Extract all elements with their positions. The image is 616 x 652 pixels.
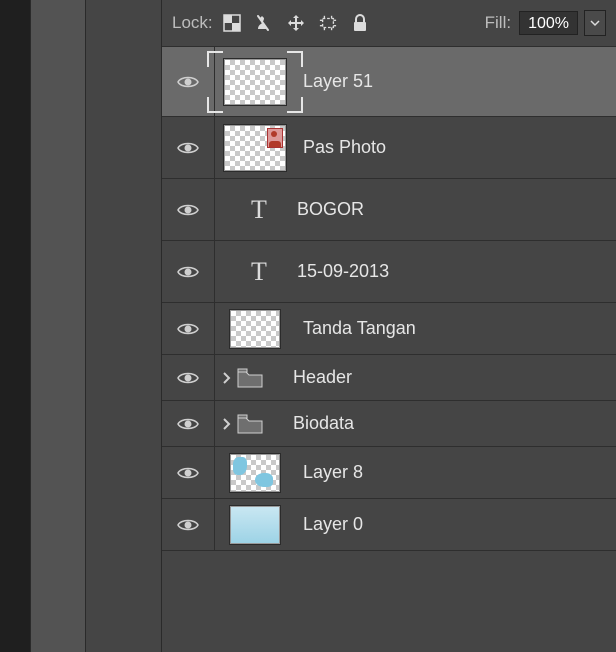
lock-artboard-icon[interactable] [319,14,337,32]
chevron-right-icon[interactable] [221,418,231,430]
eye-icon [177,371,199,385]
layer-name[interactable]: Pas Photo [295,137,616,158]
eye-icon [177,141,199,155]
layer-row[interactable]: Layer 51 [162,47,616,117]
layer-row[interactable]: Layer 8 [162,447,616,499]
chevron-right-icon[interactable] [221,372,231,384]
layer-row[interactable]: T BOGOR [162,179,616,241]
lock-icons-group [223,14,369,32]
eye-icon [177,203,199,217]
layer-thumbnail[interactable] [215,125,295,171]
main-column: Lock: Fill: [161,0,616,652]
fill-dropdown-button[interactable] [584,10,606,36]
layer-name[interactable]: Layer 51 [295,71,616,92]
gutter-panel [86,0,161,652]
layer-row[interactable]: Layer 0 [162,499,616,551]
visibility-toggle[interactable] [162,47,215,116]
visibility-toggle[interactable] [162,303,215,354]
lock-all-icon[interactable] [351,14,369,32]
layers-panel: Lock: Fill: [0,0,616,652]
layers-list: Layer 51 Pas Photo [162,47,616,652]
layer-name[interactable]: BOGOR [289,199,616,220]
visibility-toggle[interactable] [162,241,215,302]
lock-fill-bar: Lock: Fill: [162,0,616,47]
fill-value-input[interactable]: 100% [519,11,578,35]
eye-icon [177,518,199,532]
lock-image-pixels-icon[interactable] [255,14,273,32]
layer-name[interactable]: Layer 0 [295,514,616,535]
layer-name[interactable]: Header [285,367,616,388]
text-layer-icon: T [229,257,289,287]
gutter-mid [30,0,86,652]
lock-transparent-pixels-icon[interactable] [223,14,241,32]
visibility-toggle[interactable] [162,401,215,446]
eye-icon [177,417,199,431]
text-layer-icon: T [229,195,289,225]
eye-icon [177,322,199,336]
layer-row[interactable]: T 15-09-2013 [162,241,616,303]
gutter-dark [0,0,30,652]
layer-row[interactable]: Pas Photo [162,117,616,179]
photo-placeholder-icon [267,128,283,148]
visibility-toggle[interactable] [162,447,215,498]
fill-label: Fill: [485,13,511,33]
layer-thumbnail[interactable] [215,59,295,105]
eye-icon [177,466,199,480]
visibility-toggle[interactable] [162,355,215,400]
layer-name[interactable]: Tanda Tangan [295,318,616,339]
folder-icon [237,368,263,388]
lock-label: Lock: [172,13,213,33]
eye-icon [177,75,199,89]
visibility-toggle[interactable] [162,499,215,550]
layer-thumbnail[interactable] [215,310,295,348]
left-gutters [0,0,161,652]
layer-thumbnail[interactable] [215,454,295,492]
layer-name[interactable]: 15-09-2013 [289,261,616,282]
layer-row[interactable]: Biodata [162,401,616,447]
eye-icon [177,265,199,279]
layer-name[interactable]: Layer 8 [295,462,616,483]
layer-thumbnail[interactable] [215,506,295,544]
visibility-toggle[interactable] [162,179,215,240]
visibility-toggle[interactable] [162,117,215,178]
fill-control: Fill: 100% [485,10,606,36]
lock-position-icon[interactable] [287,14,305,32]
layer-row[interactable]: Header [162,355,616,401]
layer-row[interactable]: Tanda Tangan [162,303,616,355]
layer-name[interactable]: Biodata [285,413,616,434]
folder-icon [237,414,263,434]
